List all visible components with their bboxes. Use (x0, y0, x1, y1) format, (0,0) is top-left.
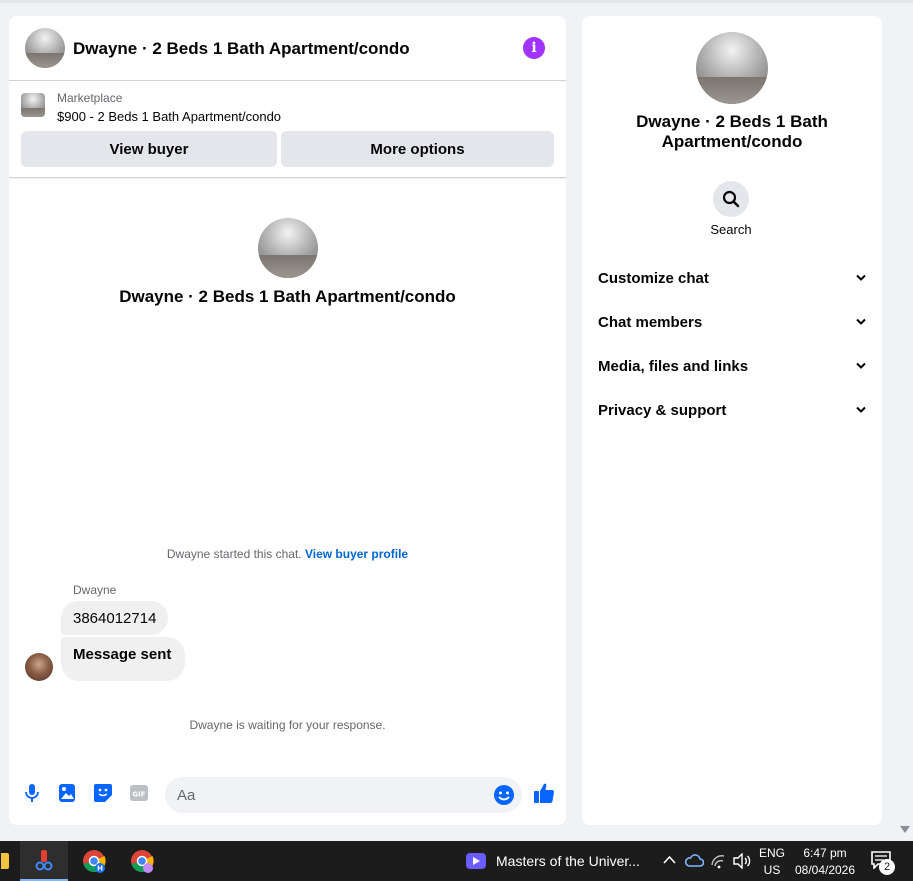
svg-text:H: H (97, 865, 103, 873)
chat-title[interactable]: Dwayne · 2 Beds 1 Bath Apartment/condo (73, 39, 410, 59)
chat-started-text: Dwayne started this chat. (166, 547, 302, 561)
intro-avatar (258, 218, 318, 278)
sticker-icon[interactable] (93, 783, 113, 803)
chat-panel: Dwayne · 2 Beds 1 Bath Apartment/condo i… (9, 16, 566, 825)
media-player-icon[interactable] (463, 841, 489, 881)
volume-icon[interactable] (732, 853, 752, 869)
listing-thumbnail[interactable] (21, 93, 45, 117)
chevron-up-icon[interactable] (663, 855, 676, 865)
listing-source: Marketplace (57, 91, 123, 105)
chevron-down-icon (856, 406, 866, 413)
section-media-files-links[interactable]: Media, files and links (590, 346, 874, 386)
clock-time: 6:47 pm (803, 846, 847, 860)
notification-count-badge: 2 (879, 859, 895, 875)
chrome-profile-icon[interactable] (120, 841, 164, 881)
listing-price[interactable]: $900 - 2 Beds 1 Bath Apartment/condo (57, 109, 281, 124)
chrome-profile-h-icon[interactable]: H (72, 841, 116, 881)
photo-icon[interactable] (57, 783, 77, 803)
search-icon (722, 190, 740, 208)
message-sender-name: Dwayne (73, 583, 117, 597)
clock[interactable]: 6:47 pm 08/04/2026 (792, 845, 858, 879)
wifi-icon[interactable] (710, 853, 728, 869)
message-composer: GIF (9, 771, 566, 815)
search-button[interactable] (713, 181, 749, 217)
chevron-down-icon (856, 274, 866, 281)
chevron-down-icon (856, 362, 866, 369)
chat-info-panel: Dwayne · 2 Beds 1 Bath Apartment/condo S… (582, 16, 882, 825)
view-buyer-button[interactable]: View buyer (21, 131, 277, 167)
section-privacy-support[interactable]: Privacy & support (590, 390, 874, 430)
info-title: Dwayne · 2 Beds 1 Bath Apartment/condo (636, 112, 828, 151)
section-customize-chat[interactable]: Customize chat (590, 258, 874, 298)
info-avatar (696, 32, 768, 104)
info-icon[interactable]: i (523, 37, 545, 59)
section-label: Privacy & support (598, 401, 727, 419)
search-label: Search (710, 222, 752, 237)
gif-icon[interactable]: GIF (129, 783, 149, 803)
sender-avatar[interactable] (25, 653, 53, 681)
onedrive-cloud-icon[interactable] (684, 852, 704, 868)
section-label: Chat members (598, 313, 703, 331)
chat-header: Dwayne · 2 Beds 1 Bath Apartment/condo i (9, 16, 566, 81)
file-explorer-icon[interactable] (0, 841, 10, 881)
region-code: US (763, 863, 781, 877)
message-input-wrapper (165, 777, 522, 813)
waiting-notice: Dwayne is waiting for your response. (189, 718, 386, 732)
notification-center-button[interactable]: 2 (871, 851, 897, 875)
message-bubble[interactable]: Message sent (61, 637, 186, 681)
listing-bar: Marketplace $900 - 2 Beds 1 Bath Apartme… (9, 81, 566, 178)
chat-started-notice: Dwayne started this chat. View buyer pro… (9, 547, 566, 561)
message-input[interactable] (177, 777, 477, 813)
section-chat-members[interactable]: Chat members (590, 302, 874, 342)
chat-avatar[interactable] (25, 28, 65, 68)
intro-title: Dwayne · 2 Beds 1 Bath Apartment/condo (119, 287, 456, 306)
view-buyer-profile-link[interactable]: View buyer profile (305, 547, 408, 561)
microphone-icon[interactable] (22, 783, 42, 803)
section-label: Customize chat (598, 269, 709, 287)
chevron-down-icon (856, 318, 866, 325)
section-label: Media, files and links (598, 357, 749, 375)
media-title[interactable]: Masters of the Univer... (496, 853, 640, 869)
svg-text:GIF: GIF (132, 791, 145, 799)
more-options-button[interactable]: More options (281, 131, 554, 167)
language-code: ENG (758, 846, 785, 860)
scroll-down-arrow-icon[interactable] (900, 826, 910, 834)
snipping-tool-icon (35, 850, 53, 871)
taskbar-app-active[interactable] (20, 841, 68, 881)
thumbs-up-icon[interactable] (532, 781, 556, 805)
emoji-icon[interactable] (493, 784, 515, 806)
language-indicator[interactable]: ENG US (758, 845, 786, 879)
message-bubble[interactable]: 3864012714 (61, 601, 169, 635)
clock-date: 08/04/2026 (794, 863, 856, 877)
taskbar: H Masters of the Univer... ENG US 6:47 p… (0, 841, 913, 881)
top-border (0, 0, 913, 3)
